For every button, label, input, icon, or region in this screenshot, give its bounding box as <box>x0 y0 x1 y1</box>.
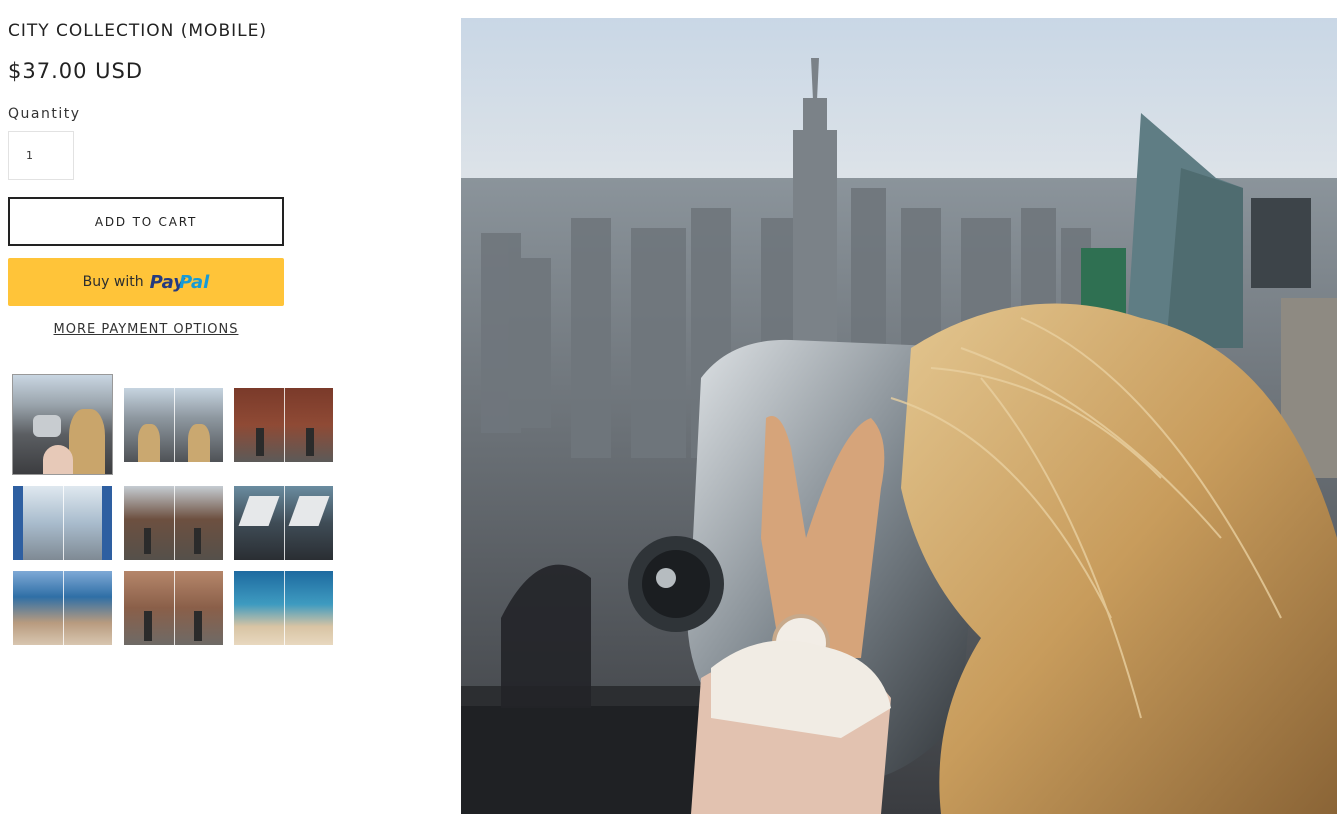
add-to-cart-label: ADD TO CART <box>94 214 198 229</box>
paypal-button[interactable]: Buy with PayPal <box>8 258 284 306</box>
hero-scene <box>461 18 1337 814</box>
paypal-prefix: Buy with <box>82 274 144 290</box>
thumb-city-walk-split[interactable] <box>124 571 223 645</box>
more-payment-options-link[interactable]: MORE PAYMENT OPTIONS <box>8 322 284 337</box>
thumb-coast-cliffs-split[interactable] <box>13 571 112 645</box>
product-price: $37.00 USD <box>8 59 144 83</box>
quantity-label: Quantity <box>8 106 81 122</box>
thumb-rooftop-split[interactable] <box>124 388 223 462</box>
quantity-input[interactable] <box>8 131 74 180</box>
thumb-rooftop-binoculars[interactable] <box>12 374 113 475</box>
thumbnail-gallery <box>12 374 336 650</box>
add-to-cart-button[interactable]: ADD TO CART <box>8 197 284 246</box>
thumb-bridge-street-split[interactable] <box>124 486 223 560</box>
paypal-logo: PayPal <box>149 271 210 293</box>
thumb-beach-split[interactable] <box>234 571 333 645</box>
thumb-boat-split[interactable] <box>234 486 333 560</box>
thumb-street-brick-split[interactable] <box>234 388 333 462</box>
product-title: CITY COLLECTION (MOBILE) <box>8 21 267 41</box>
product-hero-image <box>461 18 1337 814</box>
thumb-white-alley-split[interactable] <box>13 486 112 560</box>
